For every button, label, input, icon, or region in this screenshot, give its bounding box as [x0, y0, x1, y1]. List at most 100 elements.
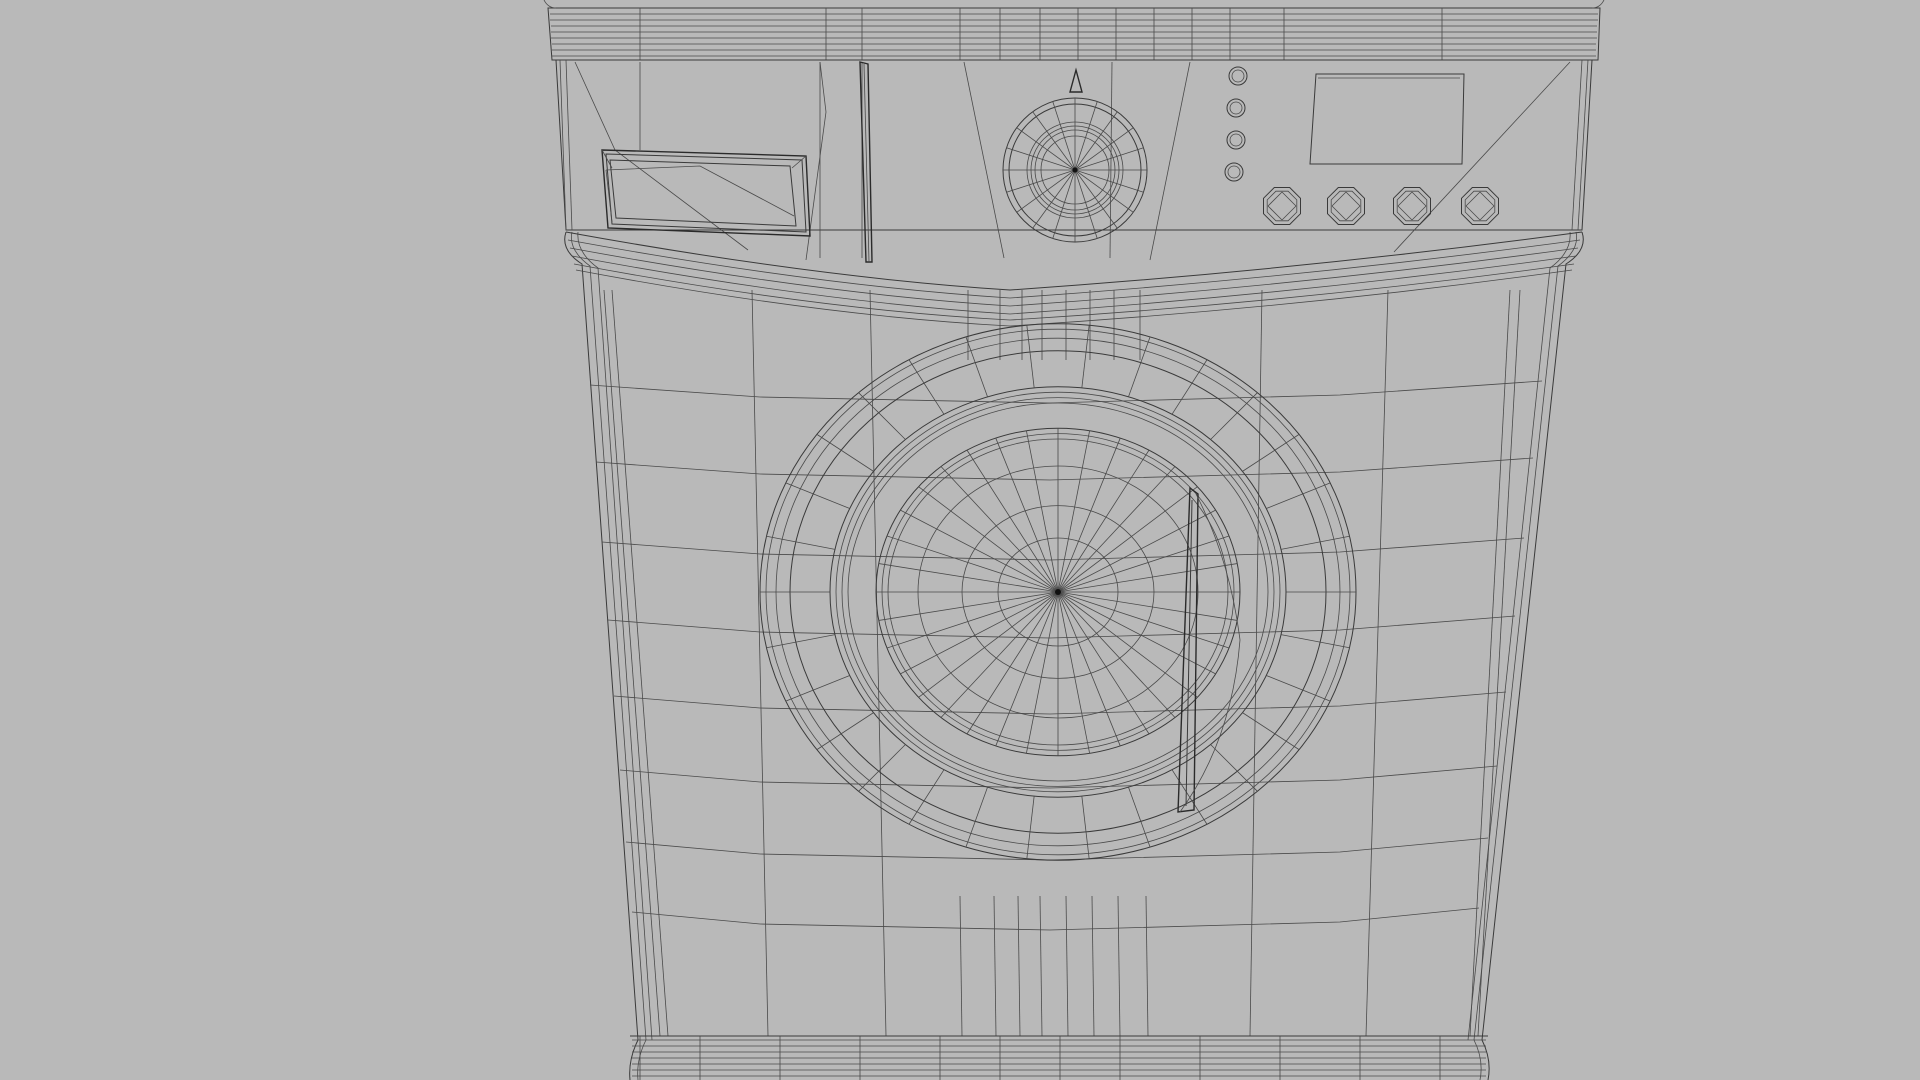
body-row	[631, 907, 1480, 931]
option-button-edge	[1396, 190, 1428, 222]
detergent-drawer[interactable]	[601, 149, 811, 237]
wire-edge	[1054, 169, 1076, 198]
option-button-edge	[1263, 187, 1301, 225]
wire-edge	[1107, 180, 1144, 193]
program-dial[interactable]	[1002, 67, 1148, 243]
wire-edge	[908, 359, 945, 415]
wire-edge	[1281, 191, 1297, 207]
washing-machine-wireframe	[543, 0, 1605, 1080]
wire-edge	[1085, 202, 1098, 239]
body-row	[613, 691, 1507, 715]
wire-edge	[1074, 149, 1103, 171]
wire-edge	[1042, 159, 1076, 171]
indicator-light-inner	[1229, 101, 1243, 115]
wire-edge	[908, 769, 945, 825]
indicator-light-inner	[1227, 165, 1241, 179]
body-column	[1145, 895, 1149, 1037]
wire-edge	[1064, 169, 1076, 203]
wire-edge	[1074, 169, 1096, 198]
body-row	[595, 457, 1534, 481]
wire-edge	[1052, 202, 1065, 239]
option-button-edge	[1327, 187, 1365, 225]
option-button-edge	[1330, 190, 1362, 222]
wire-edge	[1280, 535, 1350, 550]
wire-edge	[1397, 205, 1413, 221]
door-porthole[interactable]	[759, 323, 1357, 861]
machine-top-lid	[543, 0, 1605, 61]
option-button-edge	[1393, 187, 1431, 225]
body-column	[869, 289, 887, 1037]
door-handle[interactable]	[1177, 486, 1241, 813]
wire-edge	[1331, 191, 1347, 207]
option-buttons[interactable]	[1263, 187, 1499, 225]
wire-edge	[766, 634, 836, 649]
wire-edge	[1281, 205, 1297, 221]
body-row	[625, 837, 1489, 861]
wire-edge	[1006, 180, 1043, 193]
wire-edge	[1267, 205, 1283, 221]
wire-edge	[1074, 169, 1103, 191]
wire-edge	[1016, 189, 1048, 213]
wire-edge	[1026, 796, 1035, 859]
option-button-edge	[1266, 190, 1298, 222]
wire-edge	[1032, 111, 1056, 143]
body-column	[1477, 289, 1521, 1037]
wire-edge	[1081, 796, 1090, 859]
body-column	[1091, 895, 1095, 1037]
body-row	[607, 615, 1516, 639]
wire-edge	[1074, 169, 1108, 181]
wire-edge	[1242, 434, 1300, 472]
body-column	[959, 895, 963, 1037]
wire-edge	[1107, 147, 1144, 160]
wire-edge	[965, 336, 988, 397]
body-column	[1017, 895, 1021, 1037]
wire-edge	[1411, 205, 1427, 221]
wire-edge	[1345, 205, 1361, 221]
wire-edge	[1085, 101, 1098, 138]
wire-edge	[1006, 147, 1043, 160]
wire-edge	[1047, 169, 1076, 191]
body-column	[1039, 895, 1043, 1037]
wire-edge	[1094, 197, 1118, 229]
body-column	[1065, 895, 1069, 1037]
wire-edge	[1267, 191, 1283, 207]
option-button-edge	[1464, 190, 1496, 222]
wire-edge	[1345, 191, 1361, 207]
body-column	[603, 289, 661, 1037]
body-column	[611, 289, 669, 1037]
wire-edge	[816, 712, 874, 750]
wire-edge	[1074, 169, 1086, 203]
body-row	[601, 537, 1525, 561]
wire-edge	[1479, 205, 1495, 221]
body-column	[1365, 289, 1389, 1037]
wire-edge	[1465, 191, 1481, 207]
wire-edge	[1411, 191, 1427, 207]
wire-edge	[1171, 359, 1208, 415]
wire-edge	[1331, 205, 1347, 221]
control-panel	[555, 59, 1593, 261]
viewport-3d[interactable]	[0, 0, 1920, 1080]
wire-edge	[1042, 169, 1076, 181]
wire-edge	[1465, 205, 1481, 221]
wire-edge	[1102, 189, 1134, 213]
indicator-buttons	[1224, 66, 1248, 182]
wire-edge	[1266, 482, 1331, 509]
wire-edge	[1128, 787, 1151, 848]
dial-center	[1072, 167, 1078, 173]
wire-edge	[1016, 127, 1048, 151]
wire-edge	[1479, 191, 1495, 207]
wire-edge	[816, 434, 874, 472]
door-center	[1055, 589, 1061, 595]
body-column	[993, 895, 997, 1037]
wire-edge	[1102, 127, 1134, 151]
wire-edge	[1210, 744, 1258, 792]
indicator-light-inner	[1231, 69, 1245, 83]
wire-edge	[1026, 325, 1035, 388]
wire-edge	[1242, 712, 1300, 750]
indicator-light-inner	[1229, 133, 1243, 147]
wire-edge	[1094, 111, 1118, 143]
wire-edge	[766, 535, 836, 550]
wire-edge	[1047, 149, 1076, 171]
machine-cabinet	[564, 231, 1584, 1080]
wire-edge	[1074, 137, 1086, 171]
